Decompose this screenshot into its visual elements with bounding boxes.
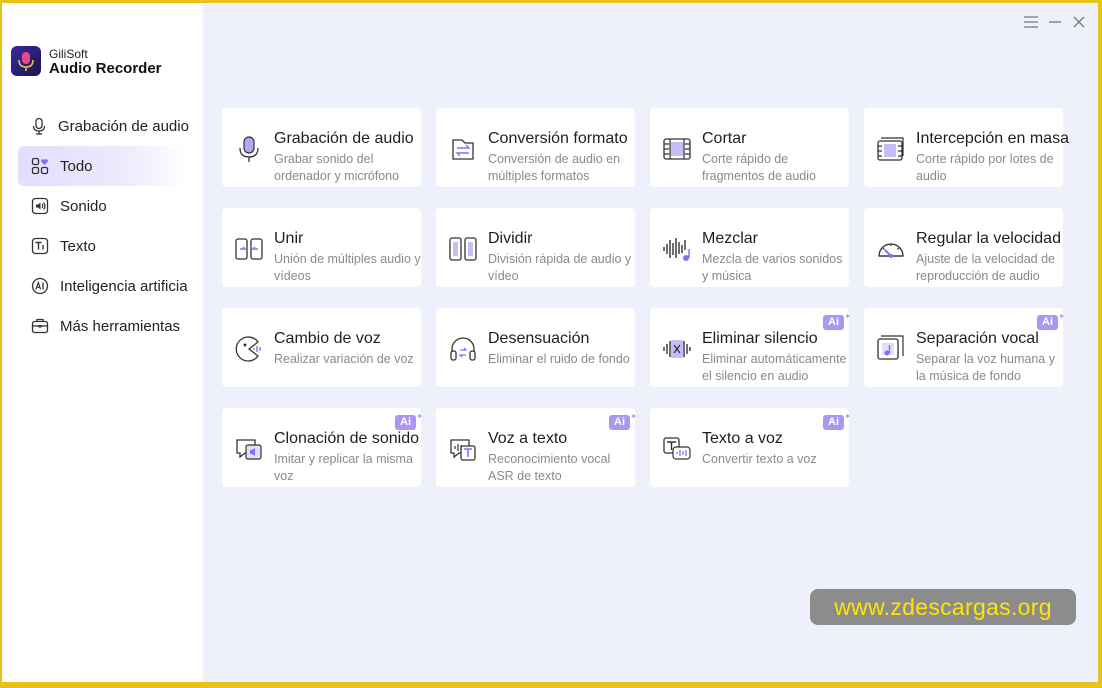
tool-card-mezclar[interactable]: Mezclar Mezcla de varios sonidos y músic… [650, 208, 849, 287]
tool-card-clonacion-sonido[interactable]: Ai Clonación de sonido Imitar y replicar… [222, 408, 423, 487]
ai-badge: Ai [609, 409, 637, 430]
tool-title: Conversión formato [488, 130, 628, 147]
sidebar: GiliSoft Audio Recorder Grabación de aud… [2, 3, 203, 682]
tool-desc: Corte rápido por lotes de audio [916, 152, 1054, 183]
speech-to-text-icon [450, 439, 476, 461]
merge-icon [235, 238, 263, 260]
menu-icon[interactable] [1022, 13, 1040, 31]
tool-title: Intercepción en masa [916, 130, 1069, 147]
sidebar-item-mas-herramientas[interactable]: Más herramientas [18, 306, 188, 346]
tool-title: Unir [274, 230, 304, 247]
tool-desc: Reconocimiento vocal ASR de texto [488, 452, 611, 483]
brand-product: Audio Recorder [49, 60, 162, 77]
tool-title: Mezclar [702, 230, 759, 247]
sidebar-item-label: Grabación de audio [58, 117, 189, 135]
ai-icon [30, 276, 50, 296]
tool-title: Separación vocal [916, 330, 1039, 347]
tool-title: Regular la velocidad [916, 230, 1061, 247]
tool-card-desensuacion[interactable]: Desensuación Eliminar el ruido de fondo [436, 308, 635, 387]
tool-card-eliminar-silencio[interactable]: Ai Eliminar silencio Eliminar automática… [650, 308, 851, 387]
toolbox-icon [30, 316, 50, 336]
ai-badge: Ai [395, 409, 423, 430]
sidebar-item-sonido[interactable]: Sonido [18, 186, 188, 226]
mix-icon [663, 238, 690, 261]
tool-title: Voz a texto [488, 430, 568, 447]
tool-desc: División rápida de audio y vídeo [488, 252, 632, 283]
tool-card-conversion-formato[interactable]: Conversión formato Conversión de audio e… [436, 108, 635, 187]
tool-desc: Convertir texto a voz [702, 452, 817, 466]
sidebar-item-grabacion-audio[interactable]: Grabación de audio [18, 106, 189, 146]
text-icon [30, 236, 50, 256]
app-logo [11, 46, 41, 76]
tool-desc: Imitar y replicar la misma voz [274, 452, 413, 483]
tool-card-dividir[interactable]: Dividir División rápida de audio y vídeo [436, 208, 635, 287]
tool-title: Cortar [702, 130, 747, 147]
speaker-icon [30, 196, 50, 216]
tool-card-texto-voz[interactable]: Ai Texto a voz Convertir texto a voz [650, 408, 851, 487]
close-icon[interactable] [1070, 13, 1088, 31]
ai-badge: Ai [823, 309, 851, 330]
ai-badge: Ai [1037, 309, 1065, 330]
tool-card-separacion-vocal[interactable]: Ai Separación vocal Separar la voz human… [864, 308, 1065, 387]
voice-clone-icon [236, 439, 262, 460]
split-icon [449, 237, 477, 261]
sidebar-item-label: Inteligencia artificia [60, 277, 188, 295]
grid-heart-icon [30, 156, 50, 176]
sidebar-item-texto[interactable]: Texto [18, 226, 188, 266]
speedometer-icon [878, 243, 904, 258]
microphone-icon [30, 116, 48, 136]
tool-title: Dividir [488, 230, 533, 247]
tool-desc: Mezcla de varios sonidos y música [702, 252, 843, 283]
silence-remove-icon [663, 340, 691, 358]
tool-title: Clonación de sonido [274, 430, 419, 447]
ai-badge: Ai [823, 409, 851, 430]
tool-card-cortar[interactable]: Cortar Corte rápido de fragmentos de aud… [650, 108, 849, 187]
tool-desc: Separar la voz humana y la música de fon… [916, 352, 1055, 383]
sidebar-item-todo[interactable]: Todo [18, 146, 188, 186]
tool-title: Desensuación [488, 330, 590, 347]
tool-card-regular-velocidad[interactable]: Regular la velocidad Ajuste de la veloci… [864, 208, 1063, 287]
tool-desc: Conversión de audio en múltiples formato… [488, 152, 621, 183]
sidebar-item-label: Todo [60, 157, 93, 175]
tool-card-voz-texto[interactable]: Ai Voz a texto Reconocimiento vocal ASR … [436, 408, 637, 487]
tool-title: Grabación de audio [274, 130, 414, 147]
batch-cut-icon [877, 137, 904, 161]
tool-desc: Unión de múltiples audio y vídeos [274, 252, 421, 283]
tool-desc: Corte rápido de fragmentos de audio [702, 152, 816, 183]
microphone-icon [239, 136, 259, 162]
sidebar-item-label: Más herramientas [60, 317, 181, 335]
voice-change-icon [235, 336, 261, 362]
tool-title: Cambio de voz [274, 330, 381, 347]
tool-desc: Ajuste de la velocidad de reproducción d… [916, 252, 1055, 283]
tool-title: Eliminar silencio [702, 330, 818, 347]
sidebar-item-label: Texto [60, 237, 96, 255]
sidebar-item-label: Sonido [60, 197, 107, 215]
vocal-separation-icon [877, 335, 904, 360]
tool-card-cambio-voz[interactable]: Cambio de voz Realizar variación de voz [222, 308, 421, 387]
tool-title: Texto a voz [702, 430, 783, 447]
watermark: www.zdescargas.org [810, 589, 1076, 625]
convert-icon [452, 139, 474, 160]
tool-desc: Grabar sonido del ordenador y micrófono [274, 152, 400, 183]
minimize-icon[interactable] [1046, 13, 1064, 31]
tool-desc: Realizar variación de voz [274, 352, 414, 366]
tool-desc: Eliminar automáticamente el silencio en … [702, 352, 847, 383]
tool-card-unir[interactable]: Unir Unión de múltiples audio y vídeos [222, 208, 421, 287]
tool-desc: Eliminar el ruido de fondo [488, 352, 630, 366]
tool-card-grabacion-audio[interactable]: Grabación de audio Grabar sonido del ord… [222, 108, 421, 187]
text-to-speech-icon [663, 437, 691, 460]
headphones-icon [450, 337, 476, 361]
brand-company: GiliSoft [49, 47, 88, 61]
sidebar-item-inteligencia-artificial[interactable]: Inteligencia artificia [18, 266, 188, 306]
film-cut-icon [663, 138, 691, 160]
tool-card-intercepcion-masa[interactable]: Intercepción en masa Corte rápido por lo… [864, 108, 1069, 187]
app-window: GiliSoft Audio Recorder Grabación de aud… [2, 3, 1098, 682]
